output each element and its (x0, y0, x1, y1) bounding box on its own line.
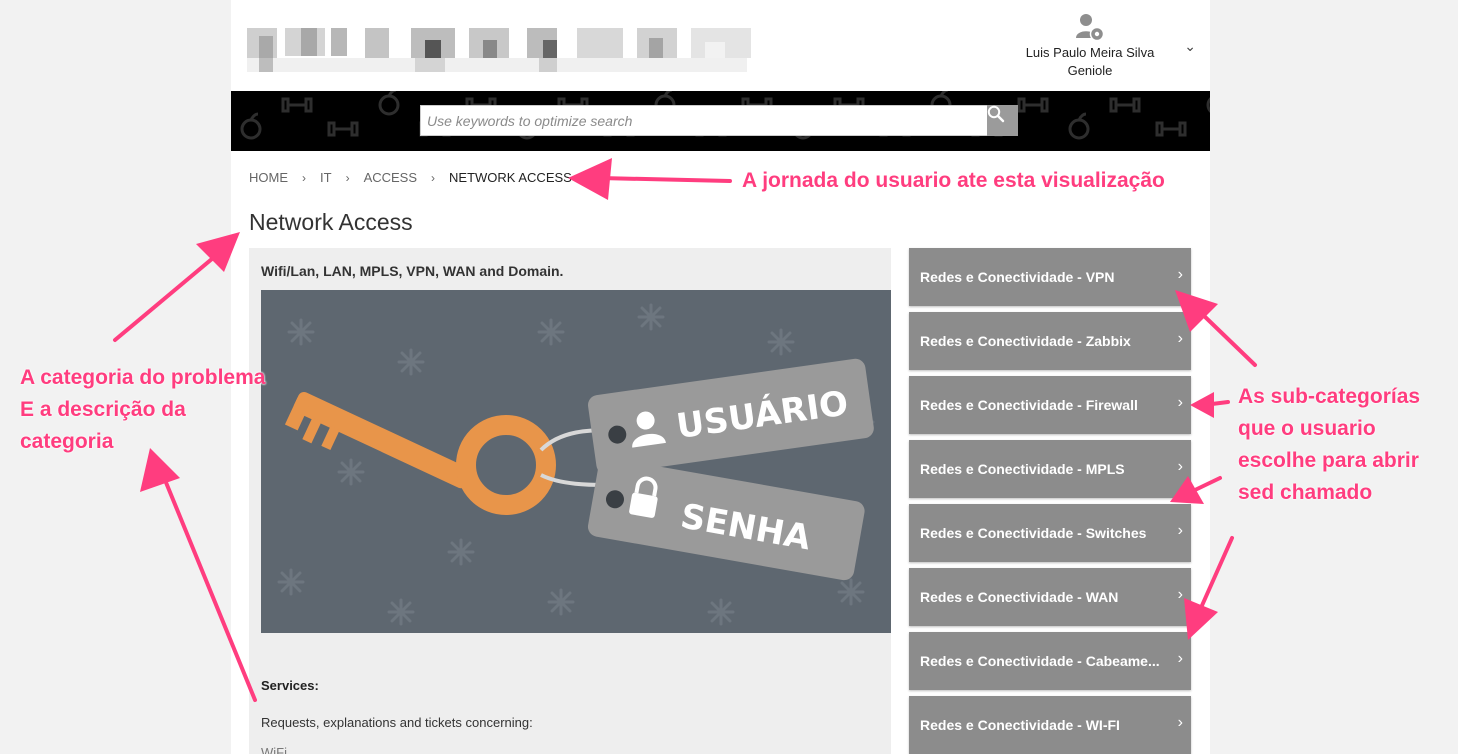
annotation-line: categoria (20, 430, 114, 453)
arrow-head (568, 158, 612, 200)
annotation-journey: A jornada do usuario ate esta visualizaç… (742, 169, 1165, 192)
annotation-line: que o usuario (1238, 417, 1376, 440)
annotation-line: As sub-categorías (1238, 385, 1421, 408)
arrow-to-breadcrumb (598, 176, 732, 183)
annotation-subcategories: As sub-categorías que o usuario escolhe … (1238, 381, 1420, 509)
annotation-line: A categoria do problema (20, 366, 266, 389)
annotation-line: sed chamado (1238, 481, 1373, 504)
annotation-line: escolhe para abrir (1238, 449, 1419, 472)
annotation-category: A categoria do problema E a descrição da… (20, 362, 265, 458)
annotation-line: E a descrição da (20, 398, 186, 421)
